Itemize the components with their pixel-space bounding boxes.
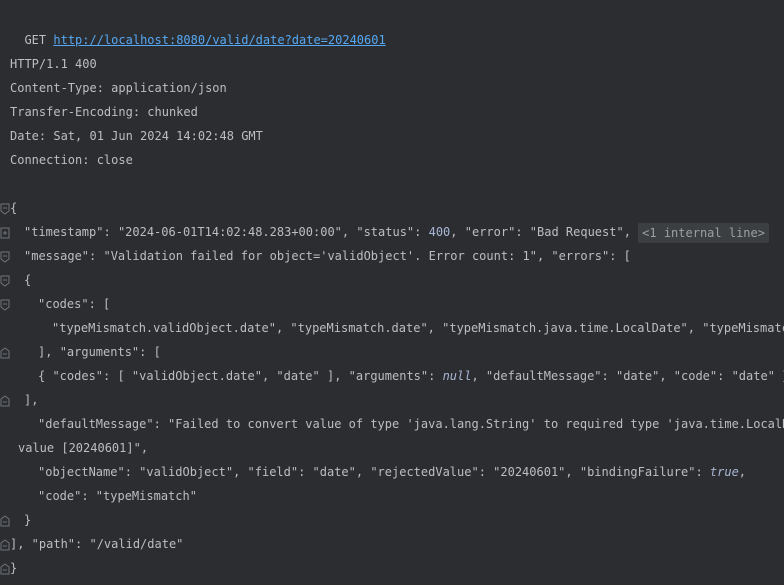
header-date: Date: Sat, 01 Jun 2024 14:02:48 GMT xyxy=(10,129,263,143)
json-open-brace: { xyxy=(10,201,18,215)
request-line: GET http://localhost:8080/valid/date?dat… xyxy=(10,4,784,47)
json-codes-values: "typeMismatch.validObject.date", "typeMi… xyxy=(52,321,784,335)
fold-collapse-icon[interactable] xyxy=(0,203,10,215)
internal-line-badge[interactable]: <1 internal line> xyxy=(638,222,769,243)
request-method: GET xyxy=(24,33,47,47)
fold-end-icon[interactable] xyxy=(0,539,10,551)
json-codes-close: ], "arguments": [ xyxy=(38,345,161,359)
argument-codes: { "codes": [ "validObject.date", "date" … xyxy=(38,369,443,383)
json-default-message: "defaultMessage": "Failed to convert val… xyxy=(38,417,784,431)
value-message: "Validation failed for object='validObje… xyxy=(103,249,537,263)
key-arguments: "arguments" xyxy=(59,345,140,359)
status-line: HTTP/1.1 400 xyxy=(10,57,97,71)
fold-end-icon[interactable] xyxy=(0,395,10,407)
value-timestamp: "2024-06-01T14:02:48.283+00:00" xyxy=(117,225,342,239)
header-transfer-encoding: Transfer-Encoding: chunked xyxy=(10,105,198,119)
fold-end-icon[interactable] xyxy=(0,563,10,575)
json-message-line: "message": "Validation failed for object… xyxy=(24,249,631,263)
fold-expand-icon[interactable] xyxy=(0,227,10,239)
value-status: 400 xyxy=(428,225,451,239)
argument-rest: , "defaultMessage": "date", "code": "dat… xyxy=(471,369,784,383)
fold-end-icon[interactable] xyxy=(0,515,10,527)
json-error-object-close: } xyxy=(24,513,32,527)
json-timestamp-line: "timestamp": "2024-06-01T14:02:48.283+00… xyxy=(10,220,784,244)
fold-collapse-icon[interactable] xyxy=(0,251,10,263)
fold-collapse-icon[interactable] xyxy=(0,275,10,287)
key-status: "status" xyxy=(356,225,415,239)
object-fields: "objectName": "validObject", "field": "d… xyxy=(38,465,710,479)
json-object-field-line: "objectName": "validObject", "field": "d… xyxy=(38,465,747,479)
fold-collapse-icon[interactable] xyxy=(0,299,10,311)
value-error: "Bad Request" xyxy=(529,225,624,239)
request-url[interactable]: http://localhost:8080/valid/date?date=20… xyxy=(53,33,385,47)
header-connection: Connection: close xyxy=(10,153,133,167)
json-arguments-close: ], xyxy=(24,393,39,407)
key-timestamp: "timestamp" xyxy=(24,225,104,239)
json-codes-open: "codes": [ xyxy=(38,297,111,311)
json-default-message-cont: value [20240601]", xyxy=(18,441,149,455)
fold-end-icon[interactable] xyxy=(0,347,10,359)
key-errors: "errors" xyxy=(551,249,610,263)
key-codes: "codes" xyxy=(38,297,89,311)
json-error-object-open: { xyxy=(24,273,32,287)
json-path-line: ], "path": "/valid/date" xyxy=(10,537,184,551)
json-code-line: "code": "typeMismatch" xyxy=(38,489,197,503)
value-true: true xyxy=(709,465,739,479)
json-close-brace: } xyxy=(10,561,18,575)
header-content-type: Content-Type: application/json xyxy=(10,81,227,95)
json-argument-object: { "codes": [ "validObject.date", "date" … xyxy=(10,364,784,388)
value-null: null xyxy=(442,369,472,383)
key-message: "message" xyxy=(24,249,90,263)
key-error: "error" xyxy=(464,225,516,239)
